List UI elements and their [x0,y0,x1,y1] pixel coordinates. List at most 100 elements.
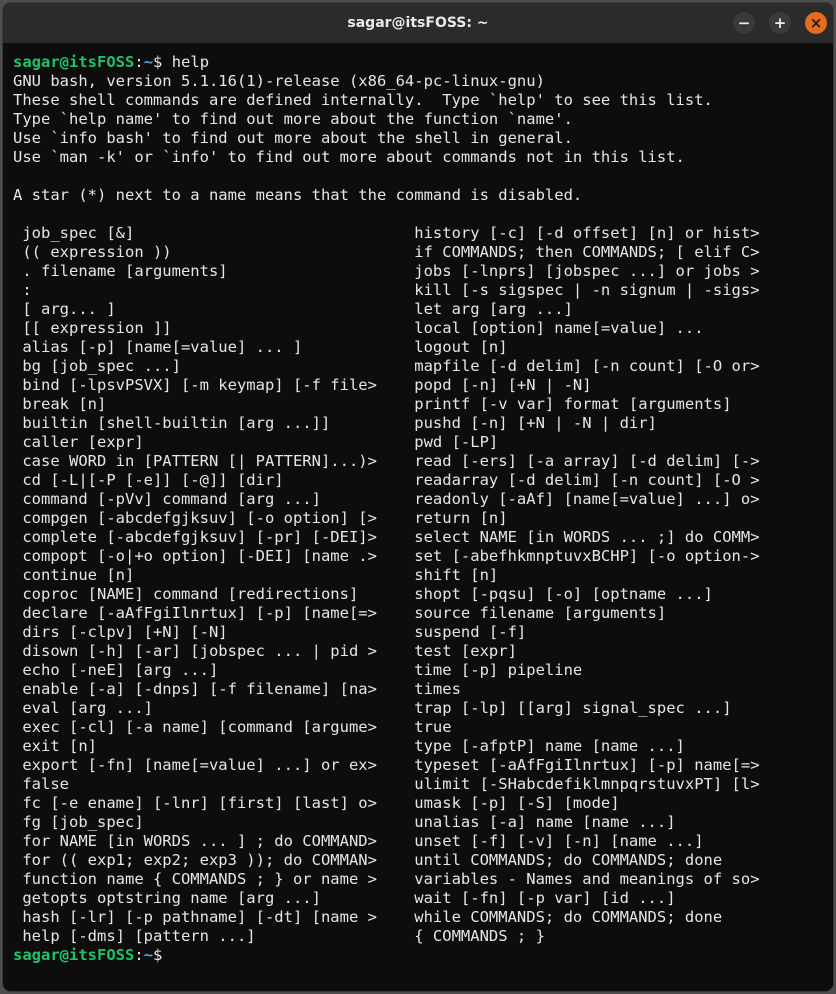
help-builtin-row: function name { COMMANDS ; } or name >va… [13,870,823,889]
help-builtin-left: eval [arg ...] [13,699,414,718]
help-builtin-right: printf [-v var] format [arguments] [414,395,731,414]
help-header-line: Type `help name' to find out more about … [13,110,823,129]
help-builtin-left: echo [-neE] [arg ...] [13,661,414,680]
help-builtin-row: getopts optstring name [arg ...]wait [-f… [13,889,823,908]
help-builtin-row: coproc [NAME] command [redirections]shop… [13,585,823,604]
help-builtin-row: :kill [-s sigspec | -n signum | -sigs> [13,281,823,300]
help-builtin-right: pwd [-LP] [414,433,498,452]
help-builtin-left: disown [-h] [-ar] [jobspec ... | pid > [13,642,414,661]
help-builtin-right: times [414,680,461,699]
help-builtin-left: builtin [shell-builtin [arg ...]] [13,414,414,433]
help-builtin-left: alias [-p] [name[=value] ... ] [13,338,414,357]
prompt-user: sagar [13,946,60,964]
help-builtin-right: type [-afptP] name [name ...] [414,737,685,756]
help-builtin-left: (( expression )) [13,243,414,262]
help-builtin-row: compgen [-abcdefgjksuv] [-o option] [>re… [13,509,823,528]
help-builtin-left: compopt [-o|+o option] [-DEI] [name .> [13,547,414,566]
help-header-line: These shell commands are defined interna… [13,91,823,110]
help-builtin-left: help [-dms] [pattern ...] [13,927,414,946]
minimize-button[interactable]: − [733,12,755,34]
help-builtin-right: true [414,718,451,737]
window-title: sagar@itsFOSS: ~ [347,15,488,31]
help-builtin-right: logout [n] [414,338,507,357]
help-builtin-row: exec [-cl] [-a name] [command [argume>tr… [13,718,823,737]
help-builtin-row: echo [-neE] [arg ...]time [-p] pipeline [13,661,823,680]
prompt-colon: : [134,53,143,71]
help-builtin-left: declare [-aAfFgiIlnrtux] [-p] [name[=> [13,604,414,623]
help-builtin-left: getopts optstring name [arg ...] [13,889,414,908]
help-builtin-left: fc [-e ename] [-lnr] [first] [last] o> [13,794,414,813]
help-builtin-right: source filename [arguments] [414,604,666,623]
terminal-output[interactable]: sagar@itsFOSS:~$ helpGNU bash, version 5… [3,43,833,991]
maximize-button[interactable]: + [769,12,791,34]
help-builtin-right: kill [-s sigspec | -n signum | -sigs> [414,281,759,300]
prompt-host: itsFOSS [69,53,134,71]
help-builtin-row: case WORD in [PATTERN [| PATTERN]...)>re… [13,452,823,471]
help-builtin-row: continue [n]shift [n] [13,566,823,585]
help-builtin-left: fg [job_spec] [13,813,414,832]
help-builtin-row: for (( exp1; exp2; exp3 )); do COMMAN>un… [13,851,823,870]
help-builtin-right: history [-c] [-d offset] [n] or hist> [414,224,759,243]
close-button[interactable]: × [805,12,827,34]
help-builtin-left: for NAME [in WORDS ... ] ; do COMMAND> [13,832,414,851]
help-builtin-row: [ arg... ]let arg [arg ...] [13,300,823,319]
help-builtin-right: while COMMANDS; do COMMANDS; done [414,908,722,927]
help-builtin-row: caller [expr]pwd [-LP] [13,433,823,452]
help-builtin-right: popd [-n] [+N | -N] [414,376,591,395]
help-header-line: Use `info bash' to find out more about t… [13,129,823,148]
help-builtin-right: time [-p] pipeline [414,661,582,680]
help-builtin-row: compopt [-o|+o option] [-DEI] [name .>se… [13,547,823,566]
prompt-host: itsFOSS [69,946,134,964]
help-builtin-row: exit [n]type [-afptP] name [name ...] [13,737,823,756]
help-builtin-row: for NAME [in WORDS ... ] ; do COMMAND>un… [13,832,823,851]
prompt-at: @ [60,946,69,964]
help-builtin-right: suspend [-f] [414,623,526,642]
help-builtin-right: read [-ers] [-a array] [-d delim] [-> [414,452,759,471]
window-controls: − + × [733,3,827,43]
help-builtin-left: caller [expr] [13,433,414,452]
help-header-line: GNU bash, version 5.1.16(1)-release (x86… [13,72,823,91]
help-builtin-row: bg [job_spec ...]mapfile [-d delim] [-n … [13,357,823,376]
prompt-line[interactable]: sagar@itsFOSS:~$ [13,946,823,965]
help-builtin-row: eval [arg ...]trap [-lp] [[arg] signal_s… [13,699,823,718]
help-builtin-row: job_spec [&]history [-c] [-d offset] [n]… [13,224,823,243]
help-builtin-row: fg [job_spec]unalias [-a] name [name ...… [13,813,823,832]
help-builtin-left: compgen [-abcdefgjksuv] [-o option] [> [13,509,414,528]
help-builtin-left: hash [-lr] [-p pathname] [-dt] [name > [13,908,414,927]
help-builtin-left: complete [-abcdefgjksuv] [-pr] [-DEI]> [13,528,414,547]
help-header-line [13,167,823,186]
help-builtin-left: [ arg... ] [13,300,414,319]
help-builtin-right: set [-abefhkmnptuvxBCHP] [-o option-> [414,547,759,566]
help-builtin-left: continue [n] [13,566,414,585]
prompt-line: sagar@itsFOSS:~$ help [13,53,823,72]
help-builtin-right: test [expr] [414,642,517,661]
help-builtin-left: exit [n] [13,737,414,756]
help-builtin-right: select NAME [in WORDS ... ;] do COMM> [414,528,759,547]
title-bar[interactable]: sagar@itsFOSS: ~ − + × [3,3,833,43]
help-builtin-right: let arg [arg ...] [414,300,573,319]
help-builtin-right: unalias [-a] name [name ...] [414,813,675,832]
help-builtin-right: trap [-lp] [[arg] signal_spec ...] [414,699,731,718]
help-builtin-right: ulimit [-SHabcdefiklmnpqrstuvxPT] [l> [414,775,759,794]
minus-icon: − [738,14,751,32]
help-builtin-left: [[ expression ]] [13,319,414,338]
help-builtin-left: . filename [arguments] [13,262,414,281]
help-builtin-row: declare [-aAfFgiIlnrtux] [-p] [name[=>so… [13,604,823,623]
help-builtin-row: alias [-p] [name[=value] ... ]logout [n] [13,338,823,357]
help-builtin-left: export [-fn] [name[=value] ...] or ex> [13,756,414,775]
help-builtin-left: job_spec [&] [13,224,414,243]
prompt-at: @ [60,53,69,71]
help-builtin-left: bg [job_spec ...] [13,357,414,376]
help-builtin-right: return [n] [414,509,507,528]
help-builtin-row: break [n]printf [-v var] format [argumen… [13,395,823,414]
help-builtin-row: complete [-abcdefgjksuv] [-pr] [-DEI]>se… [13,528,823,547]
help-builtin-right: mapfile [-d delim] [-n count] [-O or> [414,357,759,376]
help-builtin-row: . filename [arguments]jobs [-lnprs] [job… [13,262,823,281]
help-builtin-row: fc [-e ename] [-lnr] [first] [last] o>um… [13,794,823,813]
help-builtin-right: local [option] name[=value] ... [414,319,703,338]
plus-icon: + [774,14,787,32]
help-builtin-right: unset [-f] [-v] [-n] [name ...] [414,832,703,851]
help-builtin-row: enable [-a] [-dnps] [-f filename] [na>ti… [13,680,823,699]
help-builtin-left: command [-pVv] command [arg ...] [13,490,414,509]
help-builtin-row: bind [-lpsvPSVX] [-m keymap] [-f file>po… [13,376,823,395]
